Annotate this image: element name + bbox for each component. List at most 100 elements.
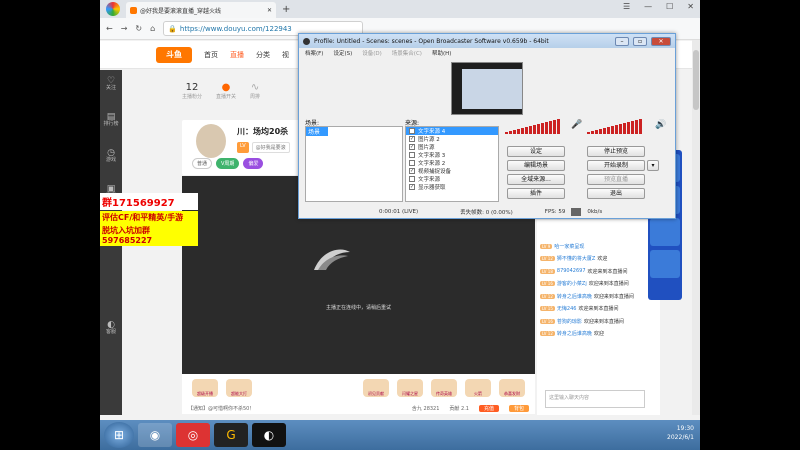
obs-source-list[interactable]: ✓ 文字来源 4 ✓ 图片源 2 ✓ 图片源 文字来源 3 文字来源 2 ✓ 视频捕捉设…: [405, 126, 499, 202]
chat-user[interactable]: 狮不懂的将大厦Z: [557, 255, 595, 262]
obs-exit-button[interactable]: 退出: [587, 188, 645, 199]
obs-record-dropdown-button[interactable]: ▾: [647, 160, 659, 171]
menu-icon[interactable]: ☰: [623, 2, 630, 11]
taskbar-g-app-icon[interactable]: G: [214, 423, 248, 447]
obs-preview-stream-button[interactable]: 预览直播: [587, 174, 645, 185]
obs-source-item[interactable]: ✓ 视频捕捉设备: [406, 167, 498, 175]
obs-source-item[interactable]: ✓ 图片源: [406, 143, 498, 151]
obs-menu-file[interactable]: 档案(F): [305, 49, 323, 57]
obs-menu-scenes[interactable]: 场景集合(C): [392, 49, 422, 57]
checkbox[interactable]: [409, 160, 415, 166]
obs-maximize-button[interactable]: ▫: [633, 36, 647, 46]
scrollbar-thumb[interactable]: [693, 50, 699, 110]
browser-logo-icon[interactable]: [106, 2, 120, 16]
sidebar-item-game[interactable]: ◷ 游戏: [106, 149, 116, 164]
obs-minimize-button[interactable]: –: [615, 36, 629, 46]
sidebar-item-follow[interactable]: ♡ 关注: [106, 77, 116, 92]
tab-close-icon[interactable]: ✕: [267, 7, 272, 14]
douyu-logo[interactable]: 斗鱼: [156, 46, 192, 63]
obs-status-indicator: [571, 208, 582, 216]
chat-user[interactable]: 无悔246: [557, 305, 577, 312]
checkbox[interactable]: ✓: [409, 184, 415, 190]
checkbox[interactable]: ✓: [409, 128, 415, 134]
obs-source-item[interactable]: ✓ 显示器获取: [406, 183, 498, 191]
obs-preview[interactable]: [451, 62, 523, 115]
recharge-button[interactable]: 充值: [478, 404, 499, 412]
checkbox[interactable]: ✓: [409, 168, 415, 174]
obs-scene-list[interactable]: 场景: [305, 126, 403, 202]
microphone-icon[interactable]: 🎤: [571, 120, 582, 130]
side-ad-item[interactable]: [650, 218, 680, 246]
chat-user[interactable]: 游客的小菜Zj: [557, 280, 587, 287]
obs-edit-scene-button[interactable]: 编辑场景: [507, 160, 565, 171]
backpack-button[interactable]: 背包: [508, 404, 529, 412]
obs-close-button[interactable]: ✕: [651, 36, 671, 46]
maximize-icon[interactable]: ☐: [666, 2, 673, 11]
gift-item[interactable]: 超级开播: [192, 379, 218, 397]
gift-item[interactable]: 火箭: [465, 379, 491, 397]
minimize-icon[interactable]: —: [644, 2, 652, 11]
gift-item[interactable]: 闪耀之星: [397, 379, 423, 397]
new-tab-button[interactable]: +: [282, 4, 290, 15]
obs-scene-item[interactable]: 场景: [306, 127, 328, 136]
obs-stream-time: 0:00:01 (LIVE): [379, 209, 419, 215]
back-icon[interactable]: ←: [106, 24, 113, 33]
nav-live[interactable]: 直播: [230, 50, 244, 60]
obs-stop-preview-button[interactable]: 停止预览: [587, 146, 645, 157]
obs-plugins-button[interactable]: 插件: [507, 188, 565, 199]
tag-normal[interactable]: 普通: [192, 158, 213, 169]
side-ad-item[interactable]: [650, 250, 680, 278]
obs-titlebar[interactable]: Profile: Untitled - Scenes: scenes - Ope…: [299, 34, 675, 48]
gift-item[interactable]: 初见贡献: [363, 379, 389, 397]
gift-item[interactable]: 恭喜发财: [499, 379, 525, 397]
checkbox[interactable]: [409, 176, 415, 182]
tag-vip[interactable]: V周期: [216, 158, 240, 169]
obs-source-item[interactable]: 文字来源 2: [406, 159, 498, 167]
chat-input[interactable]: 这里输入聊天内容: [545, 390, 645, 408]
promo-line-3: 脱坑入坑加群597685227: [100, 224, 198, 246]
gift-bar: 超级开播 超能大打 初见贡献 闪耀之星 传奇英雄 火箭 恭喜发财: [182, 374, 535, 402]
active-tab[interactable]: @好我是要滚滚直播_穿越火线 ✕: [126, 2, 276, 18]
obs-global-sources-button[interactable]: 全域来源...: [507, 174, 565, 185]
chat-user[interactable]: 苍狗的琼影: [557, 318, 582, 325]
obs-source-item[interactable]: 文字来源: [406, 175, 498, 183]
obs-source-item[interactable]: ✓ 图片源 2: [406, 135, 498, 143]
obs-menu-help[interactable]: 帮助(H): [432, 49, 451, 57]
nav-category[interactable]: 分类: [256, 50, 270, 60]
stat-rank[interactable]: ∿ 周排: [250, 82, 260, 100]
speaker-icon[interactable]: 🔊: [655, 120, 666, 130]
chat-user[interactable]: 879042697: [557, 268, 586, 274]
obs-menu-devices[interactable]: 设备(D): [362, 49, 382, 57]
checkbox[interactable]: ✓: [409, 144, 415, 150]
avatar[interactable]: [196, 124, 226, 158]
nav-home[interactable]: 首页: [204, 50, 218, 60]
home-icon[interactable]: ⌂: [150, 24, 155, 33]
nav-video[interactable]: 视: [282, 50, 289, 60]
obs-settings-button[interactable]: 设定: [507, 146, 565, 157]
chat-user[interactable]: 转身之后谁高晚: [557, 330, 592, 337]
obs-source-item[interactable]: 文字来源 3: [406, 151, 498, 159]
meter-bar: [517, 129, 520, 134]
refresh-icon[interactable]: ↻: [135, 24, 142, 33]
sidebar-item-service[interactable]: ◐ 客服: [106, 321, 116, 336]
forward-icon[interactable]: →: [121, 24, 128, 33]
obs-source-item[interactable]: ✓ 文字来源 4: [406, 127, 498, 135]
page-scrollbar[interactable]: [692, 40, 700, 415]
chat-user[interactable]: 转身之后谁高晚: [557, 293, 592, 300]
obs-menu-settings[interactable]: 设定(S): [333, 49, 352, 57]
taskbar-browser-icon[interactable]: ◉: [138, 423, 172, 447]
taskbar-obs-icon[interactable]: ◐: [252, 423, 286, 447]
gift-item[interactable]: 超能大打: [226, 379, 252, 397]
sidebar-item-rank[interactable]: ▤ 排行榜: [103, 113, 118, 128]
obs-start-record-button[interactable]: 开始录制: [587, 160, 645, 171]
taskbar-netease-icon[interactable]: ◎: [176, 423, 210, 447]
meter-bar: [537, 124, 540, 134]
checkbox[interactable]: ✓: [409, 136, 415, 142]
tag-fav[interactable]: 偏爱: [243, 158, 264, 169]
start-button[interactable]: ⊞: [104, 422, 134, 448]
chat-user[interactable]: 哈一家菜呈现: [554, 243, 584, 250]
stat-live[interactable]: ● 直播开关: [216, 82, 236, 100]
gift-item[interactable]: 传奇英雄: [431, 379, 457, 397]
close-icon[interactable]: ✕: [687, 2, 694, 11]
checkbox[interactable]: [409, 152, 415, 158]
